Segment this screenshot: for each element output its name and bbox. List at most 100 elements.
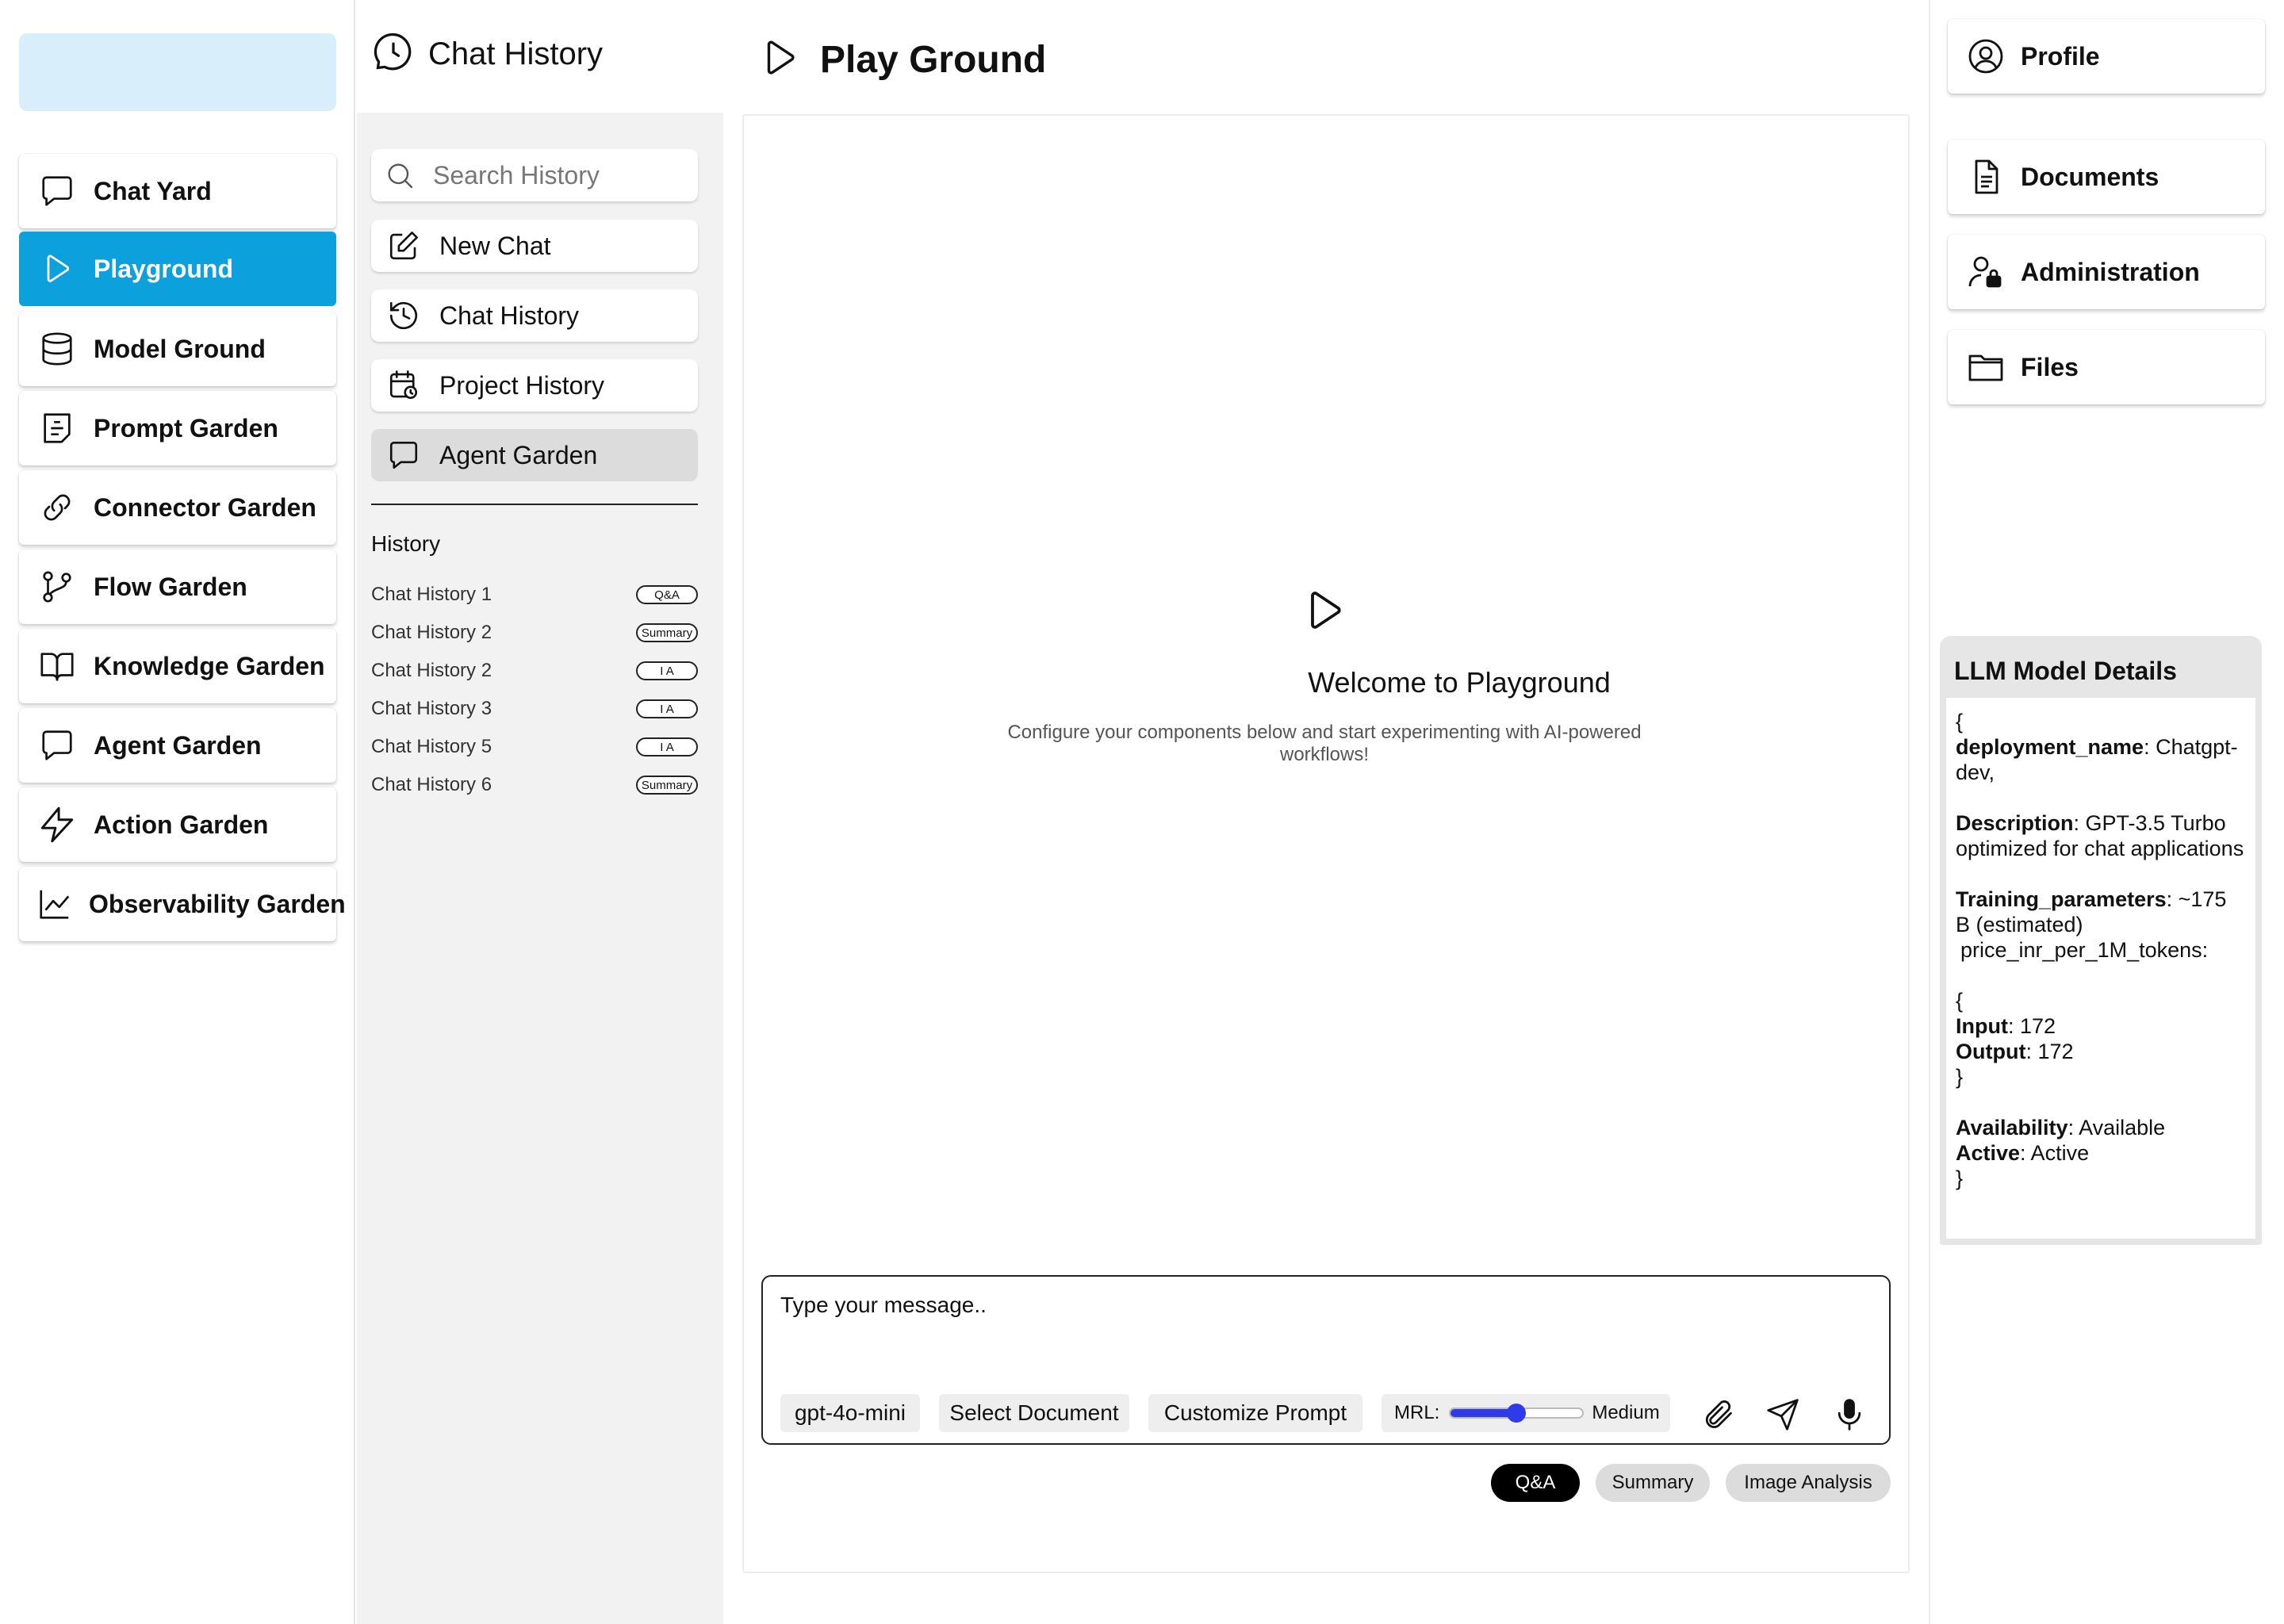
profile-button[interactable]: Profile (1948, 19, 2265, 94)
history-icon (385, 297, 422, 334)
play-icon (758, 36, 801, 83)
page-title: Play Ground (820, 39, 1047, 81)
nav-item-label: Flow Garden (94, 572, 247, 601)
nav-item-connector-garden[interactable]: Connector Garden (19, 470, 336, 545)
files-button[interactable]: Files (1948, 330, 2265, 404)
message-composer: gpt-4o-mini Select Document Customize Pr… (761, 1275, 1891, 1445)
input-value: : 172 (2007, 1014, 2056, 1038)
search-box[interactable] (371, 149, 698, 201)
app-root: Chat Yard Playground Model Ground Prompt… (0, 0, 2284, 1624)
lightning-icon (36, 804, 78, 845)
details-title: LLM Model Details (1954, 657, 2177, 685)
history-row-badge: I A (636, 737, 698, 756)
mode-qa-button[interactable]: Q&A (1491, 1464, 1580, 1502)
new-chat-button[interactable]: New Chat (371, 220, 698, 272)
model-select[interactable]: gpt-4o-mini (780, 1394, 920, 1432)
output-key: Output (1956, 1040, 2026, 1063)
play-icon (36, 248, 78, 289)
microphone-icon[interactable] (1830, 1396, 1868, 1434)
documents-label: Documents (2021, 162, 2159, 191)
details-body: { deployment_name: Chatgpt-dev, Descript… (1946, 698, 2255, 1239)
main-header: Play Ground (758, 36, 1046, 83)
history-row-name: Chat History 3 (371, 698, 492, 719)
json-brace: { (1956, 989, 1964, 1013)
history-row[interactable]: Chat History 2 Summary (371, 620, 698, 645)
mrl-control: MRL: Medium (1382, 1394, 1670, 1432)
deployment-key: deployment_name (1956, 735, 2144, 759)
mrl-slider[interactable] (1449, 1404, 1585, 1423)
message-input[interactable] (780, 1293, 1875, 1356)
history-row-name: Chat History 6 (371, 774, 492, 795)
user-circle-icon (1965, 36, 2006, 77)
history-row-name: Chat History 2 (371, 660, 492, 681)
chat-history-label: Chat History (439, 301, 580, 330)
nav-item-action-garden[interactable]: Action Garden (19, 787, 336, 862)
nav-item-model-ground[interactable]: Model Ground (19, 312, 336, 386)
search-input[interactable] (433, 160, 687, 190)
chat-bubble-icon (36, 170, 78, 212)
agent-garden-button[interactable]: Agent Garden (371, 429, 698, 481)
welcome-title: Welcome to Playground (1308, 666, 1611, 699)
book-icon (36, 645, 78, 687)
nav-item-label: Playground (94, 254, 234, 283)
history-row-name: Chat History 2 (371, 622, 492, 643)
left-navigation: Chat Yard Playground Model Ground Prompt… (0, 0, 355, 1624)
json-brace: } (1956, 1166, 1964, 1190)
active-value: : Active (2020, 1141, 2090, 1165)
chat-bubble-icon (36, 725, 78, 766)
availability-value: : Available (2067, 1116, 2166, 1139)
project-history-button[interactable]: Project History (371, 359, 698, 412)
llm-model-details: LLM Model Details { deployment_name: Cha… (1940, 636, 2262, 1245)
mrl-slider-thumb[interactable] (1507, 1404, 1527, 1423)
link-icon (36, 487, 78, 528)
history-row[interactable]: Chat History 6 Summary (371, 772, 698, 798)
user-lock-icon (1965, 251, 2006, 293)
mode-image-analysis-button[interactable]: Image Analysis (1726, 1464, 1891, 1502)
nav-item-playground[interactable]: Playground (19, 232, 336, 306)
send-icon[interactable] (1764, 1396, 1802, 1434)
nav-item-label: Chat Yard (94, 176, 212, 205)
nav-item-label: Action Garden (94, 810, 269, 839)
history-row[interactable]: Chat History 1 Q&A (371, 582, 698, 607)
nav-item-label: Prompt Garden (94, 413, 278, 442)
project-history-label: Project History (439, 370, 605, 400)
nav-item-observability-garden[interactable]: Observability Garden (19, 867, 346, 941)
nav-item-prompt-garden[interactable]: Prompt Garden (19, 391, 336, 465)
history-row-name: Chat History 5 (371, 736, 492, 757)
history-row-badge: I A (636, 699, 698, 718)
history-row-badge: Q&A (636, 585, 698, 604)
mrl-value: Medium (1592, 1402, 1660, 1423)
new-chat-label: New Chat (439, 231, 551, 260)
files-label: Files (2021, 352, 2079, 381)
agent-garden-label: Agent Garden (439, 440, 598, 469)
history-row[interactable]: Chat History 3 I A (371, 696, 698, 722)
json-brace: { (1956, 710, 1964, 733)
customize-prompt-button[interactable]: Customize Prompt (1148, 1394, 1362, 1432)
documents-button[interactable]: Documents (1948, 140, 2265, 214)
json-brace: } (1956, 1065, 1964, 1089)
active-key: Active (1956, 1141, 2021, 1165)
search-icon (384, 159, 416, 191)
nav-item-flow-garden[interactable]: Flow Garden (19, 550, 336, 624)
nav-item-label: Agent Garden (94, 730, 262, 760)
nav-item-label: Observability Garden (89, 889, 346, 918)
nav-item-label: Connector Garden (94, 492, 316, 522)
chat-history-button[interactable]: Chat History (371, 289, 698, 342)
attach-icon[interactable] (1699, 1396, 1737, 1434)
mode-summary-button[interactable]: Summary (1596, 1464, 1710, 1502)
history-row[interactable]: Chat History 5 I A (371, 734, 698, 760)
logo (19, 33, 336, 111)
nav-item-knowledge-garden[interactable]: Knowledge Garden (19, 629, 336, 703)
folder-icon (1965, 347, 2006, 388)
nav-item-chat-yard[interactable]: Chat Yard (19, 154, 336, 228)
git-branch-icon (36, 566, 78, 607)
history-row[interactable]: Chat History 2 I A (371, 658, 698, 684)
training-key: Training_parameters (1956, 887, 2167, 911)
administration-button[interactable]: Administration (1948, 235, 2265, 309)
nav-item-agent-garden[interactable]: Agent Garden (19, 708, 336, 783)
nav-item-label: Knowledge Garden (94, 651, 325, 680)
database-icon (36, 328, 78, 370)
history-header: Chat History (373, 32, 603, 77)
history-divider (371, 504, 698, 505)
select-document-button[interactable]: Select Document (939, 1394, 1129, 1432)
